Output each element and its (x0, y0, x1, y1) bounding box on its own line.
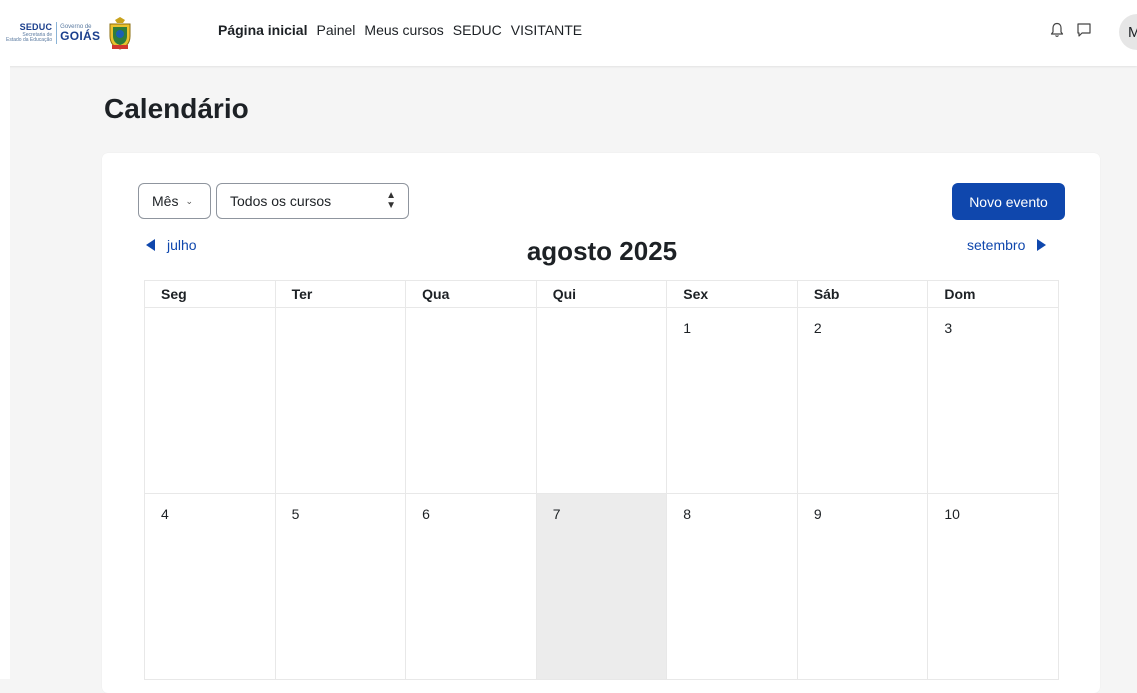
view-select-value: Mês (152, 193, 179, 209)
next-month-label: setembro (967, 237, 1026, 253)
new-event-button[interactable]: Novo evento (952, 183, 1065, 220)
nav-item-meus-cursos[interactable]: Meus cursos (364, 22, 443, 38)
next-month-link[interactable]: setembro (967, 237, 1047, 253)
weekday-header: Sáb (796, 280, 929, 308)
course-select[interactable]: Todos os cursos ▲ ▼ (216, 183, 409, 219)
calendar-grid: Seg Ter Qua Qui Sex Sáb Dom 1 2 3 4 5 6 … (144, 280, 1059, 680)
page-title: Calendário (104, 93, 249, 124)
seduc-logo-sub2: Estado da Educação (6, 37, 53, 43)
week-row: 4 5 6 7 8 9 10 (144, 493, 1059, 680)
day-cell-empty (535, 307, 668, 494)
chat-icon[interactable] (1076, 22, 1092, 38)
nav-item-pagina-inicial[interactable]: Página inicial (218, 22, 307, 38)
seduc-logo-text: SEDUC (19, 22, 53, 32)
primary-navigation: Página inicial Painel Meus cursos SEDUC … (218, 22, 582, 38)
weekday-header: Qui (535, 280, 668, 308)
seduc-logo: SEDUC Secretaria de Estado da Educação (6, 23, 52, 43)
day-cell[interactable]: 8 (666, 493, 798, 680)
weekday-header-row: Seg Ter Qua Qui Sex Sáb Dom (144, 280, 1059, 308)
day-cell-today[interactable]: 7 (535, 493, 668, 680)
left-drawer-edge (0, 66, 10, 679)
previous-month-label: julho (167, 237, 197, 253)
weekday-header: Sex (666, 280, 798, 308)
day-cell[interactable]: 6 (405, 493, 537, 680)
state-crest-icon (109, 17, 131, 50)
day-cell[interactable]: 4 (144, 493, 276, 680)
weekday-header: Ter (274, 280, 407, 308)
day-cell[interactable]: 10 (927, 493, 1059, 680)
day-cell[interactable]: 3 (927, 307, 1059, 494)
sort-arrows-icon: ▲ ▼ (386, 190, 396, 211)
weekday-header: Seg (144, 280, 276, 308)
current-month-title: agosto 2025 (526, 236, 678, 266)
triangle-right-icon (1037, 239, 1047, 251)
day-cell-empty (144, 307, 276, 494)
day-cell[interactable]: 9 (796, 493, 929, 680)
nav-item-painel[interactable]: Painel (316, 22, 355, 38)
nav-icon-group (1050, 22, 1092, 38)
calendar-card: Mês ⌄ Todos os cursos ▲ ▼ Novo evento jul… (102, 153, 1100, 693)
course-select-value: Todos os cursos (230, 193, 332, 209)
view-select[interactable]: Mês ⌄ (138, 183, 211, 219)
nav-item-seduc[interactable]: SEDUC (453, 22, 502, 38)
day-cell-empty (405, 307, 537, 494)
nav-item-visitante[interactable]: VISITANTE (511, 22, 582, 38)
previous-month-link[interactable]: julho (146, 237, 197, 253)
weekday-header: Qua (405, 280, 537, 308)
day-cell[interactable]: 5 (274, 493, 407, 680)
bell-icon[interactable] (1050, 22, 1064, 38)
goias-logo-text: GOIÁS (60, 29, 101, 43)
day-cell[interactable]: 1 (666, 307, 798, 494)
calendar-filters: Mês ⌄ Todos os cursos ▲ ▼ (138, 183, 409, 219)
site-logo[interactable]: SEDUC Secretaria de Estado da Educação G… (6, 11, 174, 55)
day-cell-empty (274, 307, 407, 494)
goias-logo: Governo de GOIÁS (60, 24, 100, 42)
top-navbar: SEDUC Secretaria de Estado da Educação G… (0, 0, 1137, 66)
weekday-header: Dom (927, 280, 1059, 308)
triangle-left-icon (146, 239, 155, 251)
avatar-initial: M (1128, 23, 1137, 41)
chevron-down-icon: ⌄ (185, 195, 193, 206)
day-cell[interactable]: 2 (796, 307, 929, 494)
week-row: 1 2 3 (144, 307, 1059, 494)
user-avatar[interactable]: M (1119, 14, 1137, 50)
logo-divider (56, 22, 58, 44)
